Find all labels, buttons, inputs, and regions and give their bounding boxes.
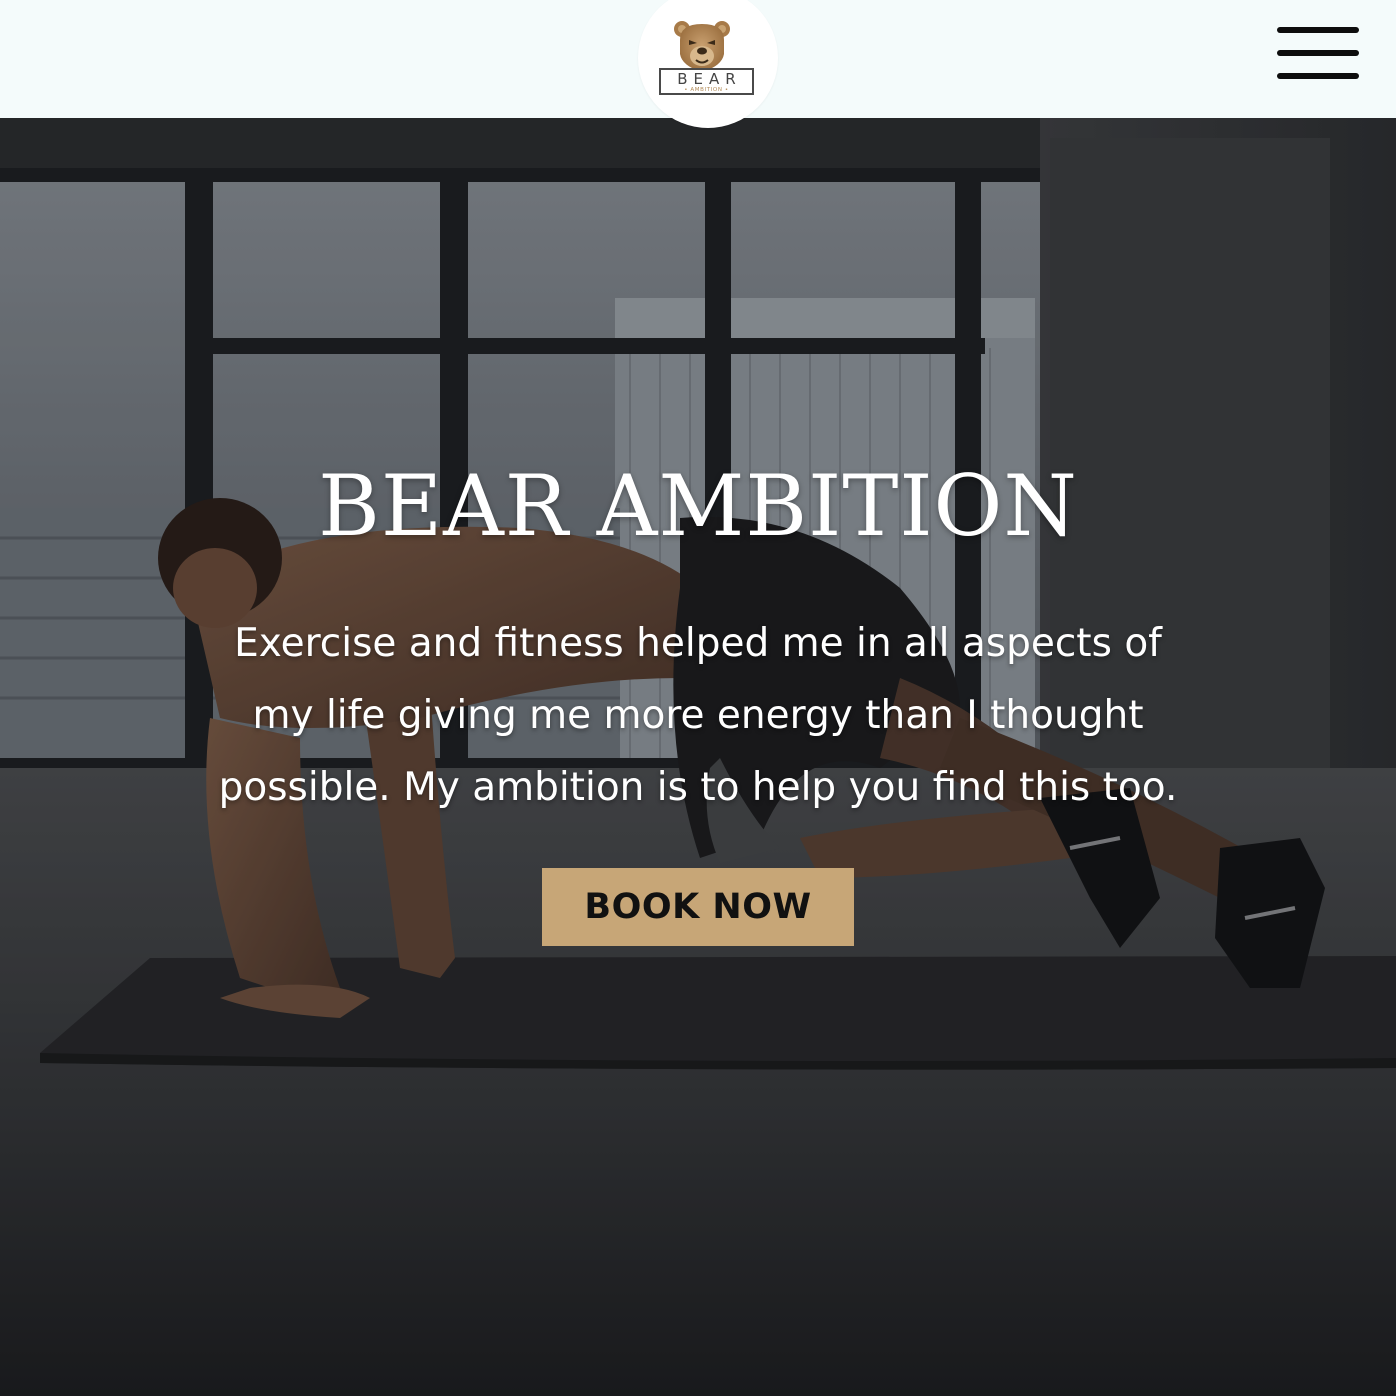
site-header: BEAR • AMBITION • [0,0,1396,128]
menu-bar [1277,27,1359,33]
book-now-button[interactable]: BOOK NOW [542,868,854,946]
logo-tagline: • AMBITION • [684,87,729,93]
hero-section: BEAR AMBITION Exercise and fitness helpe… [0,118,1396,1396]
bear-head-icon[interactable] [672,18,732,74]
page: BEAR • AMBITION • BEAR AMBITION Exercise… [0,0,1396,1396]
hamburger-menu-icon[interactable] [1277,27,1359,81]
hero-title: BEAR AMBITION [318,457,1078,555]
logo-text: BEAR [677,70,742,88]
menu-bar [1277,73,1359,79]
menu-bar [1277,50,1359,56]
hero-description: Exercise and fitness helped me in all as… [218,621,1178,810]
logo-wordmark[interactable]: BEAR • AMBITION • [659,68,754,95]
